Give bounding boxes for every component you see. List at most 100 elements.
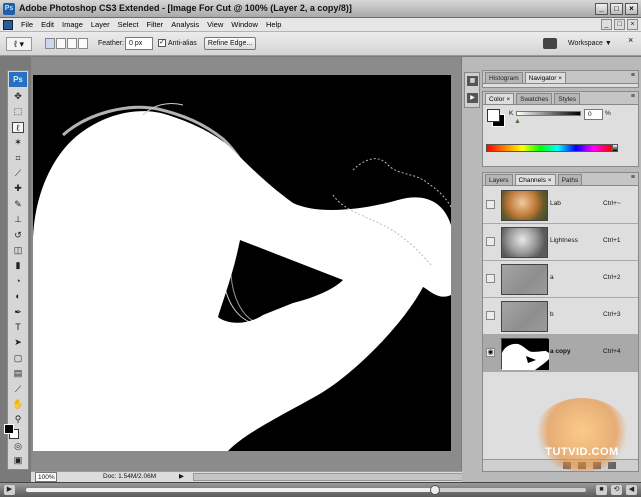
black-white-ramp[interactable] — [612, 144, 618, 152]
play-button[interactable]: ▶ — [4, 485, 15, 495]
dodge-tool-icon[interactable]: ◐ — [12, 291, 24, 302]
menu-window[interactable]: Window — [227, 20, 262, 29]
color-fg-swatch[interactable] — [487, 109, 500, 122]
channel-name: a — [550, 274, 554, 281]
color-panel-menu-icon[interactable]: ≡ — [631, 93, 635, 100]
crop-tool-icon[interactable]: ⌗ — [12, 153, 24, 164]
doc-minimize-button[interactable]: _ — [601, 19, 612, 30]
document-icon[interactable] — [3, 19, 13, 30]
k-value-input[interactable]: 0 — [584, 109, 603, 120]
antialias-checkbox[interactable]: ✓ — [158, 39, 166, 47]
magic-wand-tool-icon[interactable]: ✶ — [12, 137, 24, 148]
healing-brush-tool-icon[interactable]: ✚ — [12, 183, 24, 194]
channel-row[interactable]: a Ctrl+2 — [483, 261, 638, 298]
stop-button[interactable]: ■ — [596, 485, 607, 495]
minimize-button[interactable]: _ — [595, 3, 608, 15]
add-selection-mode[interactable] — [56, 38, 66, 49]
channel-shortcut: Ctrl+2 — [603, 274, 621, 281]
seek-track[interactable] — [26, 488, 586, 492]
channel-row[interactable]: Lab Ctrl+~ — [483, 187, 638, 224]
tab-navigator[interactable]: Navigator × — [524, 72, 567, 83]
tab-swatches[interactable]: Swatches — [516, 93, 553, 104]
tab-histogram[interactable]: Histogram — [485, 72, 523, 83]
notes-tool-icon[interactable]: ▤ — [12, 368, 24, 379]
slice-tool-icon[interactable]: ⟋ — [12, 168, 24, 179]
feather-label: Feather: — [98, 40, 125, 47]
refine-edge-button[interactable]: Refine Edge... — [204, 37, 256, 50]
tab-color[interactable]: Color × — [485, 93, 515, 104]
screen-mode-icon[interactable]: ▣ — [12, 455, 24, 466]
seek-knob[interactable] — [429, 485, 440, 495]
blur-tool-icon[interactable]: ◔ — [12, 276, 24, 287]
k-slider-thumb-icon[interactable]: ▲ — [514, 118, 521, 125]
lasso-tool-icon[interactable]: ℓ — [12, 121, 24, 133]
path-selection-tool-icon[interactable]: ➤ — [12, 337, 24, 348]
subtract-selection-mode[interactable] — [67, 38, 77, 49]
brush-tool-icon[interactable]: ✎ — [12, 199, 24, 210]
gradient-tool-icon[interactable]: ▮ — [12, 260, 24, 271]
tab-layers[interactable]: Layers — [485, 174, 513, 185]
clone-stamp-tool-icon[interactable]: ⊥ — [12, 214, 24, 225]
eraser-tool-icon[interactable]: ◫ — [12, 245, 24, 256]
menu-select[interactable]: Select — [114, 20, 143, 29]
tab-paths[interactable]: Paths — [557, 174, 583, 185]
shape-tool-icon[interactable]: ▢ — [12, 353, 24, 364]
tab-channels[interactable]: Channels × — [514, 174, 556, 185]
visibility-eye-icon[interactable] — [486, 237, 495, 246]
channel-shortcut: Ctrl+~ — [603, 200, 621, 207]
k-slider[interactable] — [516, 111, 581, 116]
channel-row[interactable]: Lightness Ctrl+1 — [483, 224, 638, 261]
menu-view[interactable]: View — [203, 20, 227, 29]
intersect-selection-mode[interactable] — [78, 38, 88, 49]
foreground-color-swatch[interactable] — [4, 424, 14, 434]
brushes-panel-icon[interactable]: ▦ — [467, 76, 478, 86]
workspace-icon[interactable] — [543, 38, 557, 49]
doc-restore-button[interactable]: □ — [614, 19, 625, 30]
menu-help[interactable]: Help — [262, 20, 285, 29]
close-button[interactable]: × — [625, 3, 638, 15]
channel-mask-image — [33, 75, 451, 451]
visibility-eye-icon[interactable] — [486, 274, 495, 283]
visibility-eye-icon[interactable] — [486, 200, 495, 209]
channel-row[interactable]: b Ctrl+3 — [483, 298, 638, 335]
photoshop-app-icon: Ps — [3, 3, 15, 15]
pen-tool-icon[interactable]: ✒ — [12, 307, 24, 318]
ps-logo: Ps — [9, 72, 27, 87]
volume-button[interactable]: ◀ — [626, 485, 637, 495]
new-selection-mode[interactable] — [45, 38, 55, 49]
channel-thumbnail — [501, 264, 548, 295]
color-spectrum-bar[interactable] — [486, 144, 612, 152]
tab-channels-label: Channels — [518, 177, 546, 184]
hand-tool-icon[interactable]: ✋ — [12, 399, 24, 410]
channels-panel-menu-icon[interactable]: ≡ — [631, 174, 635, 181]
doc-close-button[interactable]: × — [627, 19, 638, 30]
menu-filter[interactable]: Filter — [143, 20, 168, 29]
feather-input[interactable]: 0 px — [125, 37, 153, 50]
menu-image[interactable]: Image — [58, 20, 87, 29]
quick-mask-icon[interactable]: ◎ — [12, 441, 24, 452]
tab-styles[interactable]: Styles — [554, 93, 581, 104]
eyedropper-tool-icon[interactable]: ⟋ — [12, 384, 24, 395]
actions-panel-icon[interactable]: ▶ — [467, 93, 478, 103]
tool-preset-picker[interactable]: ℓ ▾ — [6, 37, 32, 51]
visibility-eye-icon[interactable]: ◉ — [486, 348, 495, 357]
panel-menu-icon[interactable]: ≡ — [631, 72, 635, 79]
channel-row[interactable]: ◉ a copy Ctrl+4 — [483, 335, 638, 372]
menu-edit[interactable]: Edit — [37, 20, 58, 29]
workspace-menu[interactable]: Workspace ▼ — [568, 40, 612, 47]
status-menu-arrow-icon[interactable]: ▶ — [179, 472, 184, 482]
visibility-eye-icon[interactable] — [486, 311, 495, 320]
move-tool-icon[interactable]: ✥ — [12, 91, 24, 102]
history-brush-tool-icon[interactable]: ↺ — [12, 230, 24, 241]
menu-layer[interactable]: Layer — [87, 20, 114, 29]
replay-button[interactable]: ⟲ — [611, 485, 622, 495]
image-canvas[interactable] — [33, 75, 451, 451]
options-close-icon[interactable]: × — [628, 35, 633, 45]
marquee-tool-icon[interactable]: ⬚ — [12, 106, 24, 117]
zoom-level-field[interactable]: 100% — [35, 472, 57, 482]
menu-analysis[interactable]: Analysis — [167, 20, 203, 29]
type-tool-icon[interactable]: T — [12, 322, 24, 333]
menu-file[interactable]: File — [17, 20, 37, 29]
maximize-button[interactable]: □ — [610, 3, 623, 15]
horizontal-scrollbar[interactable] — [193, 473, 465, 481]
